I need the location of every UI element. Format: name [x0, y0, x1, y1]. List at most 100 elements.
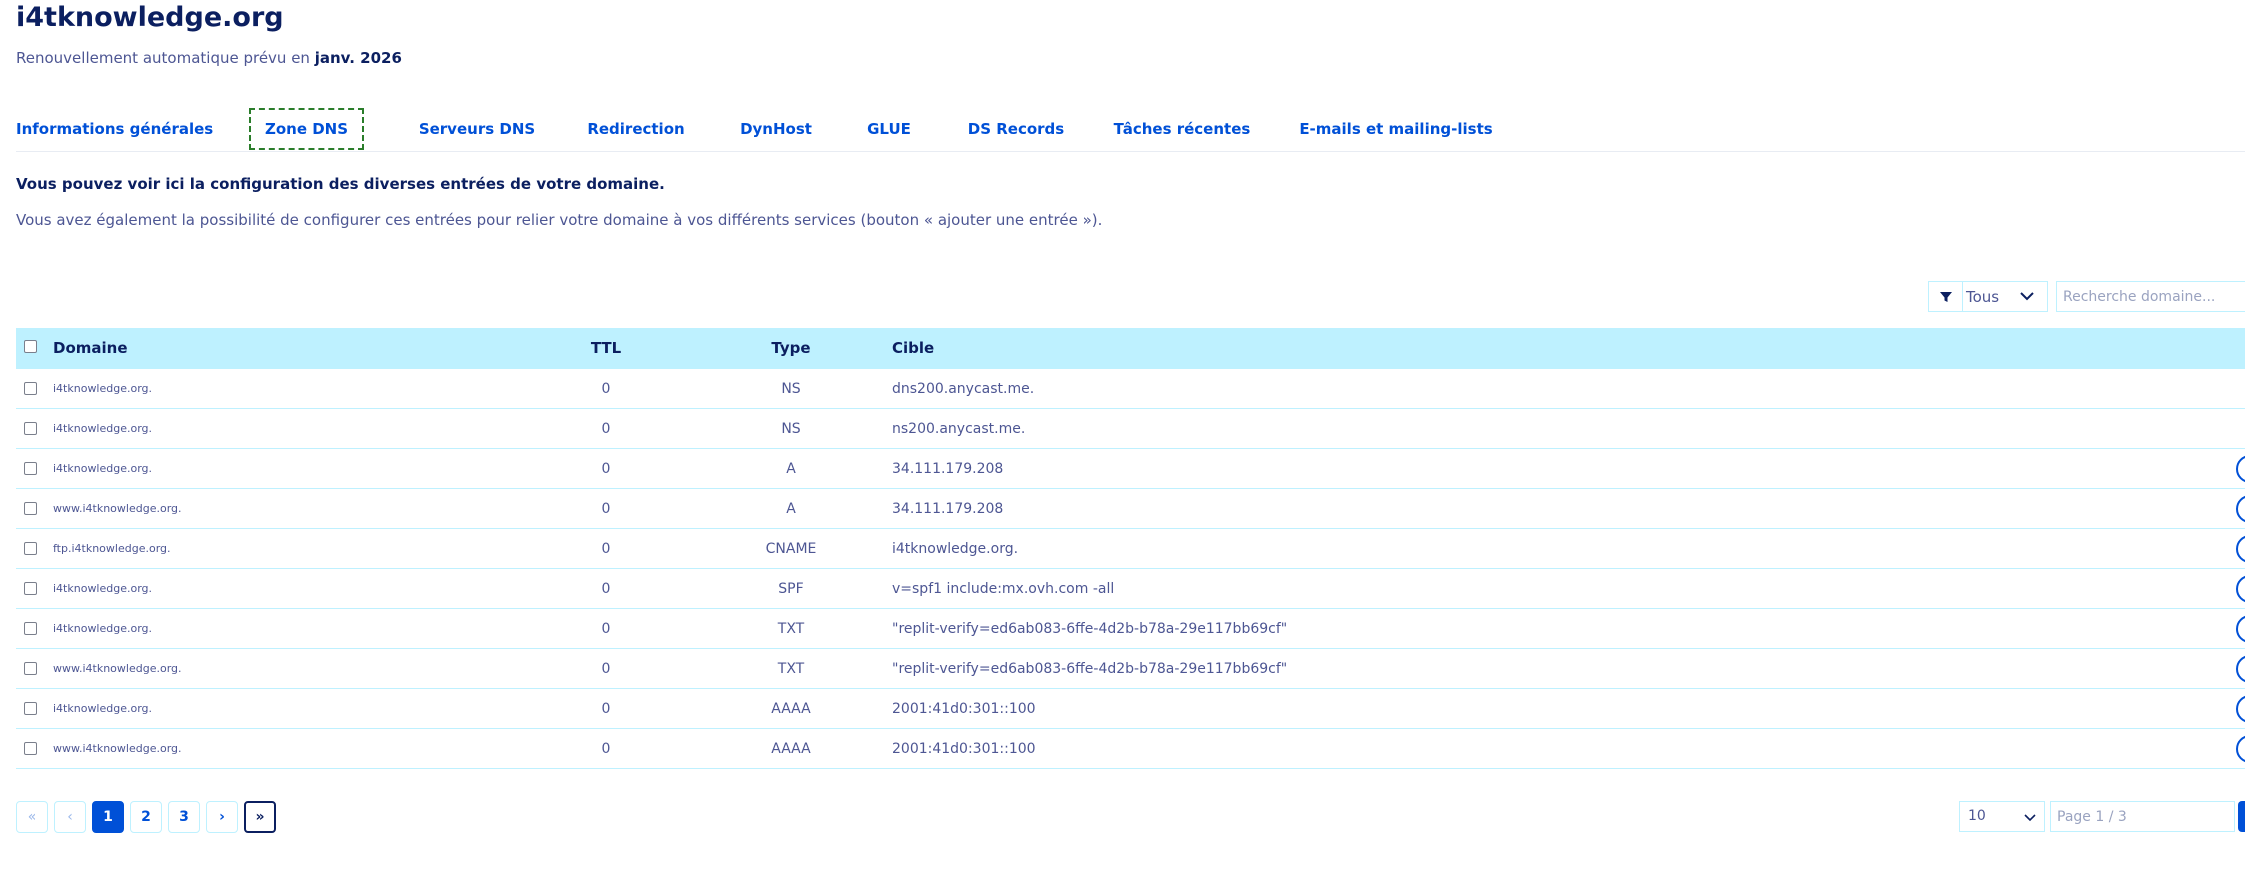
table-row: www.i4tknowledge.org. 0 AAAA 2001:41d0:301:… — [16, 729, 2245, 769]
row-actions-button[interactable] — [2236, 655, 2245, 683]
go-page-button[interactable] — [2238, 801, 2245, 832]
tab-taches-recentes[interactable]: Tâches récentes — [1108, 108, 1256, 150]
page-title: i4tknowledge.org — [16, 2, 284, 33]
tab-bar: Informations générales Zone DNS Serveurs… — [16, 108, 2245, 152]
renewal-info: Renouvellement automatique prévu en janv… — [16, 49, 402, 67]
cell-domain: www.i4tknowledge.org. — [53, 742, 182, 755]
tab-emails-mailing-lists[interactable]: E-mails et mailing-lists — [1288, 108, 1504, 150]
tab-serveurs-dns[interactable]: Serveurs DNS — [412, 108, 542, 150]
row-checkbox[interactable] — [24, 542, 37, 555]
column-header-type[interactable]: Type — [741, 328, 841, 369]
table-row: www.i4tknowledge.org. 0 A 34.111.179.208 — [16, 489, 2245, 529]
cell-domain: www.i4tknowledge.org. — [53, 502, 182, 515]
row-actions-button[interactable] — [2236, 455, 2245, 483]
cell-target: "replit-verify=ed6ab083-6ffe-4d2b-b78a-2… — [892, 661, 1288, 677]
row-actions-button[interactable] — [2236, 575, 2245, 603]
table-row: i4tknowledge.org. 0 TXT "replit-verify=ed6a… — [16, 609, 2245, 649]
table-row: i4tknowledge.org. 0 AAAA 2001:41d0:301::100 — [16, 689, 2245, 729]
cell-domain: i4tknowledge.org. — [53, 462, 153, 475]
table-row: ftp.i4tknowledge.org. 0 CNAME i4tknowledge.… — [16, 529, 2245, 569]
row-checkbox[interactable] — [24, 702, 37, 715]
page-size-value: 10 — [1968, 808, 1986, 824]
cell-domain: i4tknowledge.org. — [53, 622, 153, 635]
table-row: i4tknowledge.org. 0 NS ns200.anycast.me. — [16, 409, 2245, 449]
filter-value: Tous — [1966, 288, 2000, 306]
row-actions-button[interactable] — [2236, 535, 2245, 563]
intro-text: Vous avez également la possibilité de co… — [16, 211, 1103, 229]
tab-informations-generales[interactable]: Informations générales — [16, 108, 213, 150]
page-button-3[interactable]: 3 — [168, 801, 200, 833]
cell-type: TXT — [777, 661, 805, 677]
column-header-domaine[interactable]: Domaine — [53, 328, 128, 369]
row-checkbox[interactable] — [24, 622, 37, 635]
column-header-cible[interactable]: Cible — [892, 328, 934, 369]
dns-records-table: Domaine TTL Type Cible i4tknowledge.org.… — [16, 328, 2245, 769]
cell-ttl: 0 — [601, 661, 611, 677]
tab-dynhost[interactable]: DynHost — [730, 108, 822, 150]
table-row: i4tknowledge.org. 0 SPF v=spf1 include:mx.o… — [16, 569, 2245, 609]
cell-target: 2001:41d0:301::100 — [892, 701, 1036, 717]
cell-type: A — [786, 501, 796, 517]
row-checkbox[interactable] — [24, 502, 37, 515]
renewal-date: janv. 2026 — [314, 49, 402, 67]
row-checkbox[interactable] — [24, 382, 37, 395]
cell-target: "replit-verify=ed6ab083-6ffe-4d2b-b78a-2… — [892, 621, 1288, 637]
row-checkbox[interactable] — [24, 662, 37, 675]
cell-target: 34.111.179.208 — [892, 461, 1004, 477]
table-row: i4tknowledge.org. 0 A 34.111.179.208 — [16, 449, 2245, 489]
cell-type: AAAA — [771, 741, 811, 757]
select-all-checkbox[interactable] — [24, 340, 37, 353]
row-actions-button[interactable] — [2236, 735, 2245, 763]
cell-target: dns200.anycast.me. — [892, 381, 1035, 397]
chevron-down-icon — [2020, 292, 2034, 301]
row-actions-button[interactable] — [2236, 695, 2245, 723]
type-filter-select[interactable]: Tous — [1928, 281, 2048, 312]
cell-ttl: 0 — [601, 701, 611, 717]
tab-glue[interactable]: GLUE — [854, 108, 924, 150]
cell-domain: i4tknowledge.org. — [53, 422, 153, 435]
cell-ttl: 0 — [601, 621, 611, 637]
cell-domain: www.i4tknowledge.org. — [53, 662, 182, 675]
table-row: i4tknowledge.org. 0 NS dns200.anycast.me. — [16, 369, 2245, 409]
page-button-2[interactable]: 2 — [130, 801, 162, 833]
cell-target: 34.111.179.208 — [892, 501, 1004, 517]
page-button-1[interactable]: 1 — [92, 801, 124, 833]
column-header-ttl[interactable]: TTL — [576, 328, 636, 369]
cell-domain: ftp.i4tknowledge.org. — [53, 542, 171, 555]
cell-ttl: 0 — [601, 741, 611, 757]
tab-zone-dns[interactable]: Zone DNS — [249, 108, 364, 150]
row-checkbox[interactable] — [24, 462, 37, 475]
page-size-select[interactable]: 10 — [1959, 801, 2045, 832]
prev-page-button[interactable]: ‹ — [54, 801, 86, 833]
cell-ttl: 0 — [601, 581, 611, 597]
cell-ttl: 0 — [601, 541, 611, 557]
cell-type: A — [786, 461, 796, 477]
filter-icon — [1929, 282, 1963, 311]
next-page-button[interactable]: › — [206, 801, 238, 833]
cell-domain: i4tknowledge.org. — [53, 382, 153, 395]
row-checkbox[interactable] — [24, 422, 37, 435]
cell-target: v=spf1 include:mx.ovh.com -all — [892, 581, 1115, 597]
tab-ds-records[interactable]: DS Records — [956, 108, 1076, 150]
first-page-button[interactable]: « — [16, 801, 48, 833]
row-checkbox[interactable] — [24, 742, 37, 755]
cell-domain: i4tknowledge.org. — [53, 582, 153, 595]
tab-redirection[interactable]: Redirection — [574, 108, 698, 150]
table-body: i4tknowledge.org. 0 NS dns200.anycast.me. i4… — [16, 369, 2245, 769]
domain-search-input[interactable] — [2056, 281, 2245, 312]
page-number-input[interactable] — [2050, 801, 2235, 832]
cell-ttl: 0 — [601, 461, 611, 477]
row-actions-button[interactable] — [2236, 495, 2245, 523]
cell-ttl: 0 — [601, 381, 611, 397]
cell-type: SPF — [778, 581, 804, 597]
cell-type: NS — [781, 381, 801, 397]
cell-type: TXT — [777, 621, 805, 637]
intro-heading: Vous pouvez voir ici la configuration de… — [16, 175, 665, 193]
row-actions-button[interactable] — [2236, 615, 2245, 643]
row-checkbox[interactable] — [24, 582, 37, 595]
cell-target: ns200.anycast.me. — [892, 421, 1026, 437]
renewal-prefix: Renouvellement automatique prévu en — [16, 49, 310, 67]
cell-type: NS — [781, 421, 801, 437]
cell-type: CNAME — [765, 541, 817, 557]
last-page-button[interactable]: » — [244, 801, 276, 833]
